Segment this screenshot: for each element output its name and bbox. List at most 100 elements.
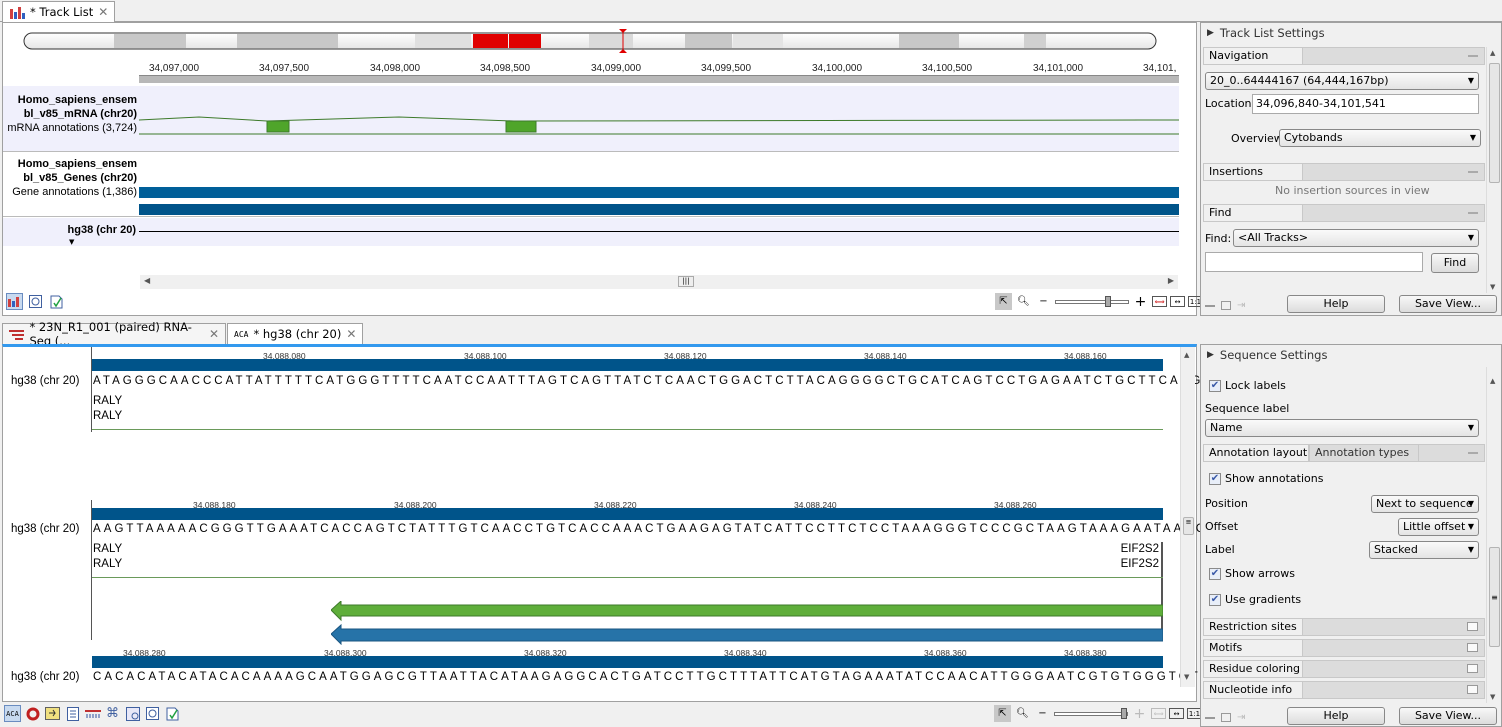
zoom-slider[interactable] (1055, 295, 1129, 307)
exon[interactable] (505, 120, 537, 133)
folder-icon[interactable] (1467, 622, 1478, 631)
save-view-button[interactable]: Save View... (1399, 707, 1497, 725)
navigation-header[interactable]: Navigation (1203, 47, 1485, 65)
lock-labels-checkbox[interactable]: ✔ Lock labels (1209, 379, 1286, 392)
find-scope-select[interactable]: <All Tracks> (1233, 229, 1479, 247)
dock-icon[interactable]: ⇥ (1237, 300, 1245, 311)
sequence-text[interactable]: CACACATACATACACAAAAGCAATGGAGCGTTAATTACAT… (93, 671, 1243, 683)
zoom-slider[interactable] (1054, 707, 1128, 719)
scroll-down-icon[interactable]: ▼ (1490, 283, 1495, 291)
validate-icon[interactable] (164, 705, 181, 722)
scroll-thumb[interactable] (1489, 63, 1500, 183)
collapse-panel-icon[interactable]: ▶ (1207, 28, 1214, 38)
annotation-label[interactable]: EIF2S2 (1121, 542, 1159, 557)
sequence-select[interactable]: 20_0..64444167 (64,444,167bp) (1205, 72, 1479, 90)
scroll-left-icon[interactable]: ◀ (144, 276, 150, 285)
sequence-view-icon[interactable]: ACA (4, 705, 21, 722)
track-list-view-icon[interactable] (6, 293, 23, 310)
collapse-icon[interactable] (1468, 452, 1478, 454)
tab-annotation-types[interactable]: Annotation types (1309, 444, 1419, 462)
expand-all-icon[interactable] (1221, 301, 1231, 310)
zoom-to-fit-icon[interactable]: ↔ (1170, 296, 1185, 307)
annotation-line[interactable] (92, 577, 1163, 578)
scroll-down-icon[interactable]: ▼ (1490, 693, 1495, 701)
dock-icon[interactable]: ⇥ (1237, 712, 1245, 723)
collapse-all-icon[interactable] (1205, 716, 1215, 719)
overview-select[interactable]: Cytobands (1279, 129, 1481, 147)
zoom-out-icon[interactable]: − (1035, 293, 1052, 310)
scroll-thumb[interactable]: ||| (678, 276, 694, 287)
collapse-icon[interactable] (1468, 171, 1478, 173)
scroll-up-icon[interactable]: ▲ (1490, 49, 1495, 57)
collapse-all-icon[interactable] (1205, 304, 1215, 307)
close-icon[interactable]: ✕ (346, 327, 356, 341)
gene-bar[interactable] (139, 187, 1179, 198)
close-icon[interactable]: ✕ (209, 327, 219, 341)
help-button[interactable]: Help (1287, 707, 1385, 725)
zoom-to-selection-icon[interactable]: ⟺ (1151, 708, 1166, 719)
mrna-arrow[interactable] (331, 601, 1163, 622)
zoom-to-fit-icon[interactable]: ↔ (1169, 708, 1184, 719)
select-mode-icon[interactable]: ⇱ (994, 705, 1011, 722)
tab-annotation-layout[interactable]: Annotation layout (1203, 444, 1309, 462)
history-icon[interactable] (27, 293, 44, 310)
exon[interactable] (266, 120, 290, 133)
nucleotide-info-header[interactable]: Nucleotide info (1203, 681, 1485, 699)
zoom-to-selection-icon[interactable]: ⟺ (1152, 296, 1167, 307)
folder-icon[interactable] (1467, 664, 1478, 673)
tab-track-list[interactable]: * Track List ✕ (2, 1, 116, 22)
scroll-down-icon[interactable]: ▼ (1184, 673, 1189, 681)
collapse-panel-icon[interactable]: ▶ (1207, 350, 1214, 360)
expand-icon[interactable]: ▼ (69, 238, 74, 246)
vertical-scrollbar[interactable]: ▲ ≡ ▼ (1486, 367, 1501, 703)
annotation-table-icon[interactable] (44, 705, 61, 722)
mrna-annotations[interactable] (139, 110, 1179, 140)
folder-icon[interactable] (1467, 643, 1478, 652)
circular-view-icon[interactable] (24, 705, 41, 722)
close-icon[interactable]: ✕ (98, 5, 108, 19)
sequence-label-select[interactable]: Name (1205, 419, 1479, 437)
vertical-scrollbar[interactable]: ▲ ▼ (1486, 47, 1501, 293)
element-info-icon[interactable] (124, 705, 141, 722)
zoom-mode-icon[interactable]: 🔍︎ (1014, 705, 1031, 722)
zoom-in-icon[interactable]: + (1132, 293, 1149, 310)
scroll-up-icon[interactable]: ▲ (1490, 377, 1495, 385)
track-mrna[interactable]: Homo_sapiens_ensem bl_v85_mRNA (chr20) m… (3, 86, 1179, 152)
text-view-icon[interactable] (64, 705, 81, 722)
tab-hg38[interactable]: ACA * hg38 (chr 20) ✕ (227, 323, 364, 344)
sequence-text[interactable]: AAGTTAAAAACGGGTTGAAATCACCAGTCTATTTGTCAAC… (93, 523, 1251, 535)
structure-view-icon[interactable]: ⌘ (104, 705, 121, 722)
zoom-out-icon[interactable]: − (1034, 705, 1051, 722)
expand-all-icon[interactable] (1221, 713, 1231, 722)
find-header[interactable]: Find (1203, 204, 1485, 222)
chromosome-ideogram[interactable] (21, 29, 1161, 53)
find-input[interactable] (1205, 252, 1423, 272)
collapse-icon[interactable] (1468, 212, 1478, 214)
show-annotations-checkbox[interactable]: ✔ Show annotations (1209, 472, 1323, 485)
annotation-line[interactable] (92, 429, 1163, 430)
history-icon[interactable] (144, 705, 161, 722)
zoom-mode-icon[interactable]: 🔍︎ (1015, 293, 1032, 310)
annotation-label[interactable]: RALY (93, 394, 122, 409)
track-hg38[interactable]: hg38 (chr 20) ▼ (3, 218, 1179, 246)
position-select[interactable]: Next to sequence (1371, 495, 1479, 513)
folder-icon[interactable] (1467, 685, 1478, 694)
tab-rnaseq[interactable]: * 23N_R1_001 (paired) RNA-Seq (... ✕ (2, 320, 226, 348)
sequence-text[interactable]: ATAGGGCAACCCATTATTTTTCATGGGTTTTCAATCCAAT… (93, 375, 1246, 387)
offset-select[interactable]: Little offset (1398, 518, 1479, 536)
gene-arrow[interactable] (331, 623, 1163, 645)
motifs-header[interactable]: Motifs (1203, 639, 1485, 657)
validate-icon[interactable] (48, 293, 65, 310)
zoom-in-icon[interactable]: + (1131, 705, 1148, 722)
scroll-thumb[interactable]: ≡ (1183, 517, 1194, 535)
scroll-thumb[interactable]: ≡ (1489, 547, 1500, 647)
zoom-slider-thumb[interactable] (1105, 295, 1111, 307)
vertical-scrollbar[interactable]: ▲ ≡ ▼ (1180, 347, 1195, 687)
label-select[interactable]: Stacked (1369, 541, 1479, 559)
save-view-button[interactable]: Save View... (1399, 295, 1497, 313)
scroll-right-icon[interactable]: ▶ (1168, 276, 1174, 285)
annotation-label[interactable]: EIF2S2 (1121, 557, 1159, 572)
gene-bar[interactable] (139, 204, 1179, 215)
horizontal-scrollbar[interactable]: ◀ ||| ▶ (140, 275, 1178, 289)
restriction-map-icon[interactable] (84, 705, 101, 722)
